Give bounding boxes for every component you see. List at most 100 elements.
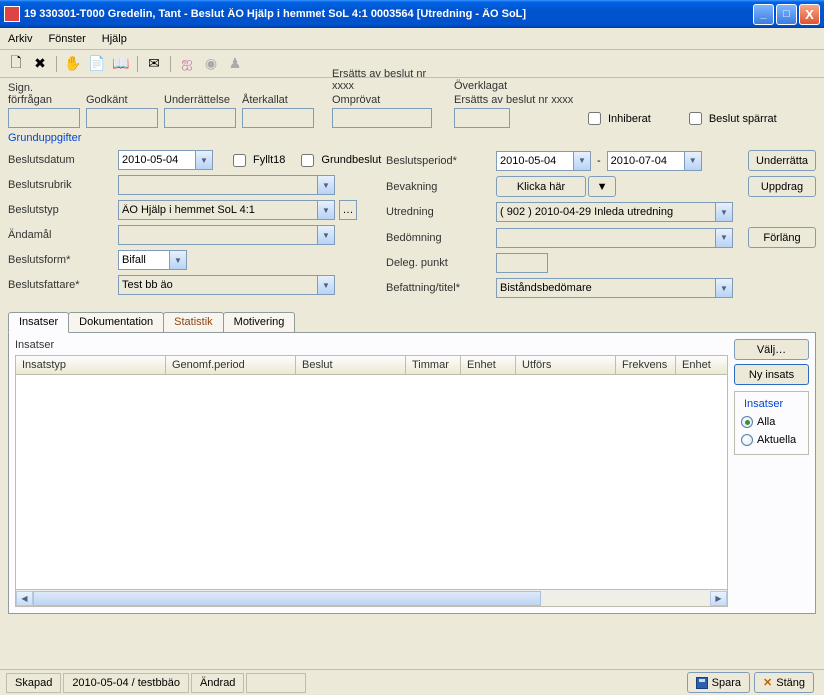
maximize-button[interactable]: □ xyxy=(776,4,797,25)
menu-arkiv[interactable]: Arkiv xyxy=(8,33,32,45)
tab-statistik[interactable]: Statistik xyxy=(163,312,224,333)
label-beslutsrubrik: Beslutsrubrik xyxy=(8,179,118,191)
fyllt18-checkbox[interactable] xyxy=(233,154,246,167)
beslutsrubrik-input[interactable] xyxy=(118,175,318,195)
hand-icon[interactable]: ✋ xyxy=(65,56,81,72)
beslutstyp-input[interactable] xyxy=(118,200,318,220)
close-button[interactable]: X xyxy=(799,4,820,25)
tab-dokumentation[interactable]: Dokumentation xyxy=(68,312,164,333)
beslutsfattare-input[interactable] xyxy=(118,275,318,295)
tab-content: Insatser Insatstyp Genomf.period Beslut … xyxy=(8,332,816,614)
scroll-right-icon[interactable]: ▶ xyxy=(710,591,727,606)
klicka-har-button[interactable]: Klicka här xyxy=(496,176,586,197)
ny-insats-button[interactable]: Ny insats xyxy=(734,364,809,385)
inhiberat-checkbox[interactable] xyxy=(588,112,601,125)
scroll-thumb[interactable] xyxy=(33,591,541,606)
befattning-input[interactable] xyxy=(496,278,716,298)
tab-insatser[interactable]: Insatser xyxy=(8,312,69,333)
book-icon[interactable]: 📖 xyxy=(113,56,129,72)
status-skapad-value: 2010-05-04 / testbbäo xyxy=(63,673,189,693)
bevakning-dropdown-button[interactable]: ▼ xyxy=(588,176,616,197)
col-enhet[interactable]: Enhet xyxy=(461,356,516,374)
tab-motivering[interactable]: Motivering xyxy=(223,312,296,333)
document-icon[interactable]: 📄 xyxy=(89,56,105,72)
col-frekvens[interactable]: Frekvens xyxy=(616,356,676,374)
beslutsform-dropdown-icon[interactable]: ▼ xyxy=(170,250,187,270)
radio-aktuella[interactable]: Aktuella xyxy=(741,434,802,446)
mail-icon[interactable]: ✉ xyxy=(146,56,162,72)
period-from-dropdown-icon[interactable]: ▼ xyxy=(574,151,591,171)
fingerprint-icon[interactable]: ◉ xyxy=(203,56,219,72)
andamal-input[interactable] xyxy=(118,225,318,245)
label-ersatts1: Ersätts av beslut nr xxxx xyxy=(332,68,432,92)
col-beslut[interactable]: Beslut xyxy=(296,356,406,374)
save-icon xyxy=(696,677,708,689)
label-godkant: Godkänt xyxy=(86,94,158,106)
label-beslutstyp: Beslutstyp xyxy=(8,204,118,216)
underratta-button[interactable]: Underrätta xyxy=(748,150,816,171)
utredning-input[interactable] xyxy=(496,202,716,222)
label-overklagat: Överklagat xyxy=(454,80,574,92)
utredning-dropdown-icon[interactable]: ▼ xyxy=(716,202,733,222)
valj-button[interactable]: Välj… xyxy=(734,339,809,360)
radio-aktuella-icon xyxy=(741,434,753,446)
label-andamal: Ändamål xyxy=(8,229,118,241)
label-sparrat: Beslut spärrat xyxy=(709,113,777,125)
people-icon[interactable]: ♟ xyxy=(227,56,243,72)
label-fyllt18: Fyllt18 xyxy=(253,154,285,166)
beslutsrubrik-dropdown-icon[interactable]: ▼ xyxy=(318,175,335,195)
uppdrag-button[interactable]: Uppdrag xyxy=(748,176,816,197)
beslutstyp-more-button[interactable]: … xyxy=(339,200,357,220)
col-utfors[interactable]: Utförs xyxy=(516,356,616,374)
beslutsfattare-dropdown-icon[interactable]: ▼ xyxy=(318,275,335,295)
col-insatstyp[interactable]: Insatstyp xyxy=(16,356,166,374)
forlang-button[interactable]: Förläng xyxy=(748,227,816,248)
stang-button[interactable]: ✕ Stäng xyxy=(754,672,814,693)
omprovat-input[interactable] xyxy=(332,108,432,128)
delegpunkt-input[interactable] xyxy=(496,253,548,273)
app-icon xyxy=(4,6,20,22)
delete-icon[interactable]: ✖ xyxy=(32,56,48,72)
befattning-dropdown-icon[interactable]: ▼ xyxy=(716,278,733,298)
beslutsform-input[interactable] xyxy=(118,250,170,270)
butterfly-icon[interactable]: ஐ xyxy=(179,56,195,72)
radio-alla[interactable]: Alla xyxy=(741,416,802,428)
horizontal-scrollbar[interactable]: ◀ ▶ xyxy=(15,590,728,607)
menu-fonster[interactable]: Fönster xyxy=(48,33,85,45)
aterkallat-input[interactable] xyxy=(242,108,314,128)
titlebar: 19 330301-T000 Gredelin, Tant - Beslut Ä… xyxy=(0,0,824,28)
period-to-input[interactable] xyxy=(607,151,685,171)
table-body[interactable] xyxy=(15,375,728,590)
spara-label: Spara xyxy=(712,677,741,689)
col-genomf[interactable]: Genomf.period xyxy=(166,356,296,374)
col-enhet2[interactable]: Enhet xyxy=(676,356,727,374)
radio-alla-label: Alla xyxy=(757,416,775,428)
underrattelse-input[interactable] xyxy=(164,108,236,128)
sign-input[interactable] xyxy=(8,108,80,128)
status-andrad-value xyxy=(246,673,306,693)
new-icon[interactable]: 🗋 xyxy=(8,56,24,72)
bedomning-input[interactable] xyxy=(496,228,716,248)
scroll-track[interactable] xyxy=(33,591,710,606)
period-from-input[interactable] xyxy=(496,151,574,171)
period-to-dropdown-icon[interactable]: ▼ xyxy=(685,151,702,171)
scroll-left-icon[interactable]: ◀ xyxy=(16,591,33,606)
status-skapad-label: Skapad xyxy=(6,673,61,693)
grundbeslut-checkbox[interactable] xyxy=(301,154,314,167)
fieldset-title: Insatser xyxy=(741,398,786,410)
beslutsdatum-input[interactable] xyxy=(118,150,196,170)
col-timmar[interactable]: Timmar xyxy=(406,356,461,374)
minimize-button[interactable]: _ xyxy=(753,4,774,25)
ersatts2-input[interactable] xyxy=(454,108,510,128)
label-underrattelse: Underrättelse xyxy=(164,94,236,106)
sparrat-checkbox[interactable] xyxy=(689,112,702,125)
godkant-input[interactable] xyxy=(86,108,158,128)
beslutstyp-dropdown-icon[interactable]: ▼ xyxy=(318,200,335,220)
statusbar: Skapad 2010-05-04 / testbbäo Ändrad Spar… xyxy=(0,669,824,695)
bedomning-dropdown-icon[interactable]: ▼ xyxy=(716,228,733,248)
andamal-dropdown-icon[interactable]: ▼ xyxy=(318,225,335,245)
label-delegpunkt: Deleg. punkt xyxy=(386,257,496,269)
spara-button[interactable]: Spara xyxy=(687,672,750,693)
beslutsdatum-dropdown-icon[interactable]: ▼ xyxy=(196,150,213,170)
menu-hjalp[interactable]: Hjälp xyxy=(102,33,127,45)
